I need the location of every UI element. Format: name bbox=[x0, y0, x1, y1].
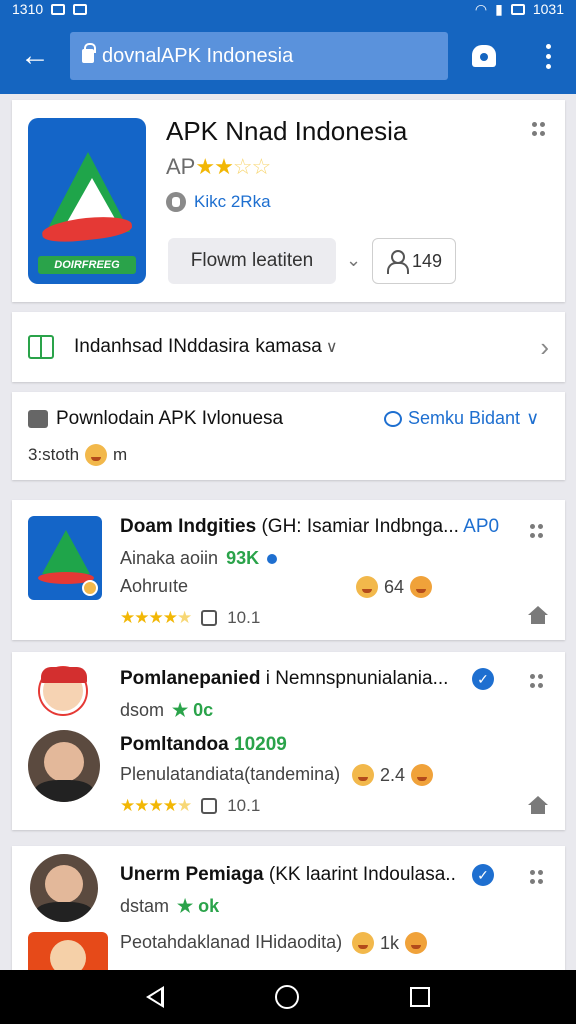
post-title: Unerm Pemiaga (KK laarint Indoulasa.. bbox=[120, 864, 456, 885]
chevron-down-icon: ∨ bbox=[325, 339, 338, 356]
battery-icon bbox=[510, 3, 525, 15]
system-nav-bar bbox=[0, 970, 576, 1024]
chevron-down-icon: ∨ bbox=[526, 408, 540, 428]
more-options-icon[interactable] bbox=[530, 524, 544, 538]
logo-tag: DOIRFREEG bbox=[38, 256, 136, 274]
dot-icon bbox=[267, 553, 278, 564]
post-meta: dstam ★ ok bbox=[120, 896, 220, 916]
signal-icon: ▮ bbox=[495, 0, 503, 17]
avatar[interactable] bbox=[40, 667, 87, 714]
url-text: dovnalAPK Indonesia bbox=[102, 44, 294, 67]
chevron-down-icon[interactable]: ⌄ bbox=[346, 250, 361, 271]
post-text: Peotahdaklanad IHidaodita) bbox=[120, 932, 343, 952]
chat-icon bbox=[384, 410, 402, 427]
chevron-right-icon: › bbox=[540, 331, 549, 362]
app-title: APK Nnad Indonesia bbox=[166, 116, 408, 146]
nav-recents-icon[interactable] bbox=[410, 987, 431, 1007]
more-link[interactable]: Semku Bidant ∨ bbox=[384, 408, 539, 429]
feed-card[interactable]: Unerm Pemiaga (KK laarint Indoulasa.. ✓ … bbox=[12, 846, 565, 976]
more-options-icon[interactable] bbox=[530, 674, 544, 688]
book-icon bbox=[28, 335, 54, 359]
lock-icon bbox=[201, 610, 218, 626]
download-title[interactable]: Pownlodain APK Ivlonuesa bbox=[56, 408, 283, 430]
download-icon bbox=[28, 410, 48, 428]
emoji-icon bbox=[352, 764, 374, 786]
back-button[interactable]: ← bbox=[0, 18, 70, 94]
emoji-icon bbox=[352, 932, 374, 954]
app-subtitle: AP ★★☆☆ bbox=[166, 154, 271, 180]
bell-icon bbox=[472, 45, 496, 67]
post-meta: dsom ★ 0c bbox=[120, 700, 214, 720]
rating-stars: ★★★★★ bbox=[120, 608, 192, 627]
app-bar: ← dovnalAPK Indonesia bbox=[0, 18, 576, 94]
post-rating: ★★★★★ 10.1 bbox=[120, 608, 261, 627]
post-meta: Ainaka aoiin 93K bbox=[120, 548, 278, 569]
language-label: Indanhsad INddasira bbox=[74, 336, 250, 357]
url-bar[interactable]: dovnalAPK Indonesia bbox=[70, 32, 448, 80]
person-icon bbox=[386, 250, 409, 274]
language-value: kamasa bbox=[255, 336, 322, 357]
reactions[interactable]: 64 bbox=[356, 576, 433, 598]
avatar[interactable] bbox=[28, 730, 100, 802]
download-card: Pownlodain APK Ivlonuesa Semku Bidant ∨ … bbox=[12, 392, 565, 480]
message-icon bbox=[73, 3, 88, 15]
wifi-icon: ◠ bbox=[474, 0, 488, 17]
rating-stars: ★★★★★ bbox=[120, 796, 192, 815]
emoji-icon bbox=[85, 444, 108, 466]
developer-link[interactable]: Kikc 2Rka bbox=[166, 192, 271, 212]
language-row[interactable]: Indanhsad INddasira kamasa ∨ › bbox=[12, 312, 565, 382]
emoji-icon bbox=[410, 576, 433, 598]
avatar[interactable] bbox=[30, 854, 98, 922]
download-sub-suffix: m bbox=[113, 445, 128, 464]
nav-back-icon[interactable] bbox=[145, 986, 164, 1008]
post-text: Aohruıte bbox=[120, 576, 189, 596]
verified-icon: ✓ bbox=[472, 864, 494, 886]
arrow-left-icon: ← bbox=[20, 39, 50, 72]
followers-button[interactable]: 149 bbox=[372, 238, 456, 284]
rating-stars: ★★☆☆ bbox=[195, 154, 271, 179]
subtitle-prefix: AP bbox=[166, 154, 196, 179]
verified-icon: ✓ bbox=[472, 668, 494, 690]
more-options-icon[interactable] bbox=[530, 870, 544, 884]
status-time: 1310 bbox=[12, 1, 44, 17]
reactions[interactable]: 1k bbox=[352, 932, 428, 954]
developer-icon bbox=[166, 192, 186, 212]
followers-count: 149 bbox=[411, 250, 443, 271]
home-icon[interactable] bbox=[528, 606, 548, 624]
post-title: Doam Indgities (GH: Isamiar Indbnga... A… bbox=[120, 516, 500, 537]
developer-name: Kikc 2Rka bbox=[194, 192, 271, 211]
app-thumbnail bbox=[28, 516, 102, 600]
notification-icon bbox=[51, 3, 66, 15]
status-clock: 1031 bbox=[532, 1, 564, 17]
nav-home-icon[interactable] bbox=[274, 985, 299, 1009]
lock-icon bbox=[201, 798, 218, 814]
post-text: Plenulatandiata(tandemina) bbox=[120, 764, 341, 784]
lock-icon bbox=[82, 43, 96, 63]
post-rating: ★★★★★ 10.1 bbox=[120, 796, 261, 815]
emoji-icon bbox=[405, 932, 428, 954]
status-bar: 1310 ◠ ▮ 1031 bbox=[0, 0, 576, 18]
emoji-icon bbox=[356, 576, 378, 598]
app-header-card: DOIRFREEG APK Nnad Indonesia AP ★★☆☆ Kik… bbox=[12, 100, 565, 302]
more-link-label: Semku Bidant bbox=[408, 408, 521, 428]
notifications-button[interactable] bbox=[448, 18, 520, 94]
app-logo[interactable]: DOIRFREEG bbox=[28, 118, 146, 284]
post-title: Pomlanepanied i Nemnspnunialania... bbox=[120, 668, 449, 689]
feed-card[interactable]: Pomlanepanied i Nemnspnunialania... ✓ ds… bbox=[12, 652, 565, 830]
follow-button[interactable]: Flowm leatiten bbox=[168, 238, 336, 284]
feed-card[interactable]: Doam Indgities (GH: Isamiar Indbnga... A… bbox=[12, 500, 565, 640]
download-sub: 3:stoth m bbox=[28, 444, 127, 466]
more-options-icon[interactable] bbox=[532, 122, 546, 136]
reactions[interactable]: 2.4 bbox=[352, 764, 434, 786]
download-sub-text: 3:stoth bbox=[28, 445, 80, 464]
home-icon[interactable] bbox=[528, 796, 548, 814]
overflow-menu-button[interactable] bbox=[520, 18, 576, 94]
post-subtitle: Pomltandoa 10209 bbox=[120, 734, 287, 755]
emoji-icon bbox=[411, 764, 434, 786]
